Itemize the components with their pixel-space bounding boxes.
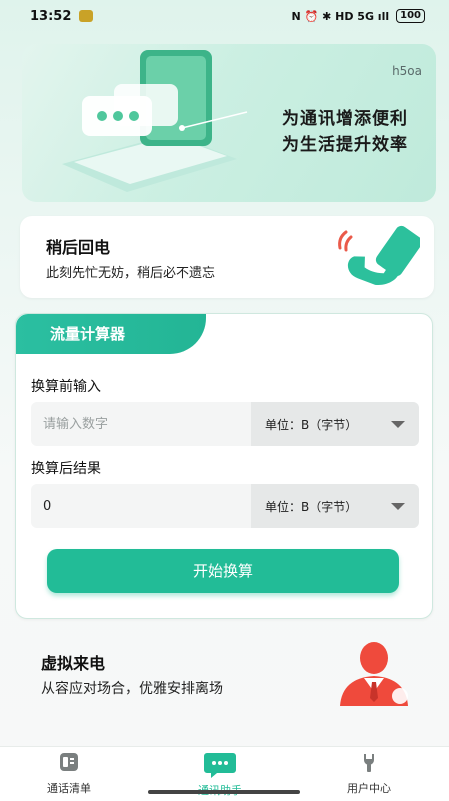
phone-chat-illustration	[62, 50, 248, 192]
flow-calculator-card: 流量计算器 换算前输入 单位：B（字节） 换算后结果 0 单位：B（字节） 开始…	[15, 313, 433, 619]
input-unit-label: 单位：B（字节）	[265, 417, 358, 432]
tab-user-center-label: 用户中心	[347, 782, 391, 795]
wrench-icon	[364, 754, 374, 772]
tab-call-list[interactable]: 通话清单	[14, 747, 124, 796]
virtual-call-title: 虚拟来电	[41, 654, 106, 673]
output-unit-select[interactable]: 单位：B（字节）	[251, 484, 419, 528]
call-list-icon	[60, 753, 78, 771]
banner-slogan-2: 为生活提升效率	[282, 135, 408, 155]
callback-card[interactable]: 稍后回电 此刻先忙无妨，稍后必不遗忘	[20, 216, 434, 298]
businessman-icon	[340, 642, 408, 706]
banner-slogan-1: 为通讯增添便利	[282, 109, 408, 129]
home-indicator[interactable]	[148, 790, 300, 794]
output-value: 0	[43, 498, 52, 514]
callback-title: 稍后回电	[46, 238, 111, 257]
callback-desc: 此刻先忙无妨，稍后必不遗忘	[46, 266, 216, 281]
tab-user-center[interactable]: 用户中心	[314, 747, 424, 796]
input-row: 单位：B（字节）	[31, 402, 419, 446]
phone-ringing-icon	[338, 225, 420, 285]
input-unit-select[interactable]: 单位：B（字节）	[251, 402, 419, 446]
calculator-tab: 流量计算器	[16, 314, 206, 354]
virtual-call-card[interactable]: 虚拟来电 从容应对场合，优雅安排离场	[14, 636, 434, 722]
status-icons: N ⏰ ✱ HD 5G ıll	[291, 9, 390, 23]
number-input[interactable]	[31, 402, 251, 446]
status-bar: 13:52 N ⏰ ✱ HD 5G ıll 100	[0, 0, 449, 32]
start-convert-button[interactable]: 开始换算	[47, 549, 399, 593]
chat-bubble-icon	[204, 753, 236, 778]
banner: h5oa 为通讯增添便利 为生活提升效率	[22, 44, 436, 202]
output-unit-label: 单位：B（字节）	[265, 499, 358, 514]
chevron-down-icon	[391, 420, 405, 428]
app-notification-icon	[79, 10, 94, 22]
output-row: 0 单位：B（字节）	[31, 484, 419, 528]
chevron-down-icon	[391, 502, 405, 510]
tab-call-list-label: 通话清单	[47, 782, 91, 795]
banner-tag: h5oa	[392, 64, 422, 78]
battery-icon: 100	[396, 9, 425, 23]
virtual-call-desc: 从容应对场合，优雅安排离场	[41, 681, 223, 697]
status-time: 13:52	[30, 8, 72, 24]
input-label: 换算前输入	[31, 379, 101, 395]
output-label: 换算后结果	[31, 461, 101, 477]
